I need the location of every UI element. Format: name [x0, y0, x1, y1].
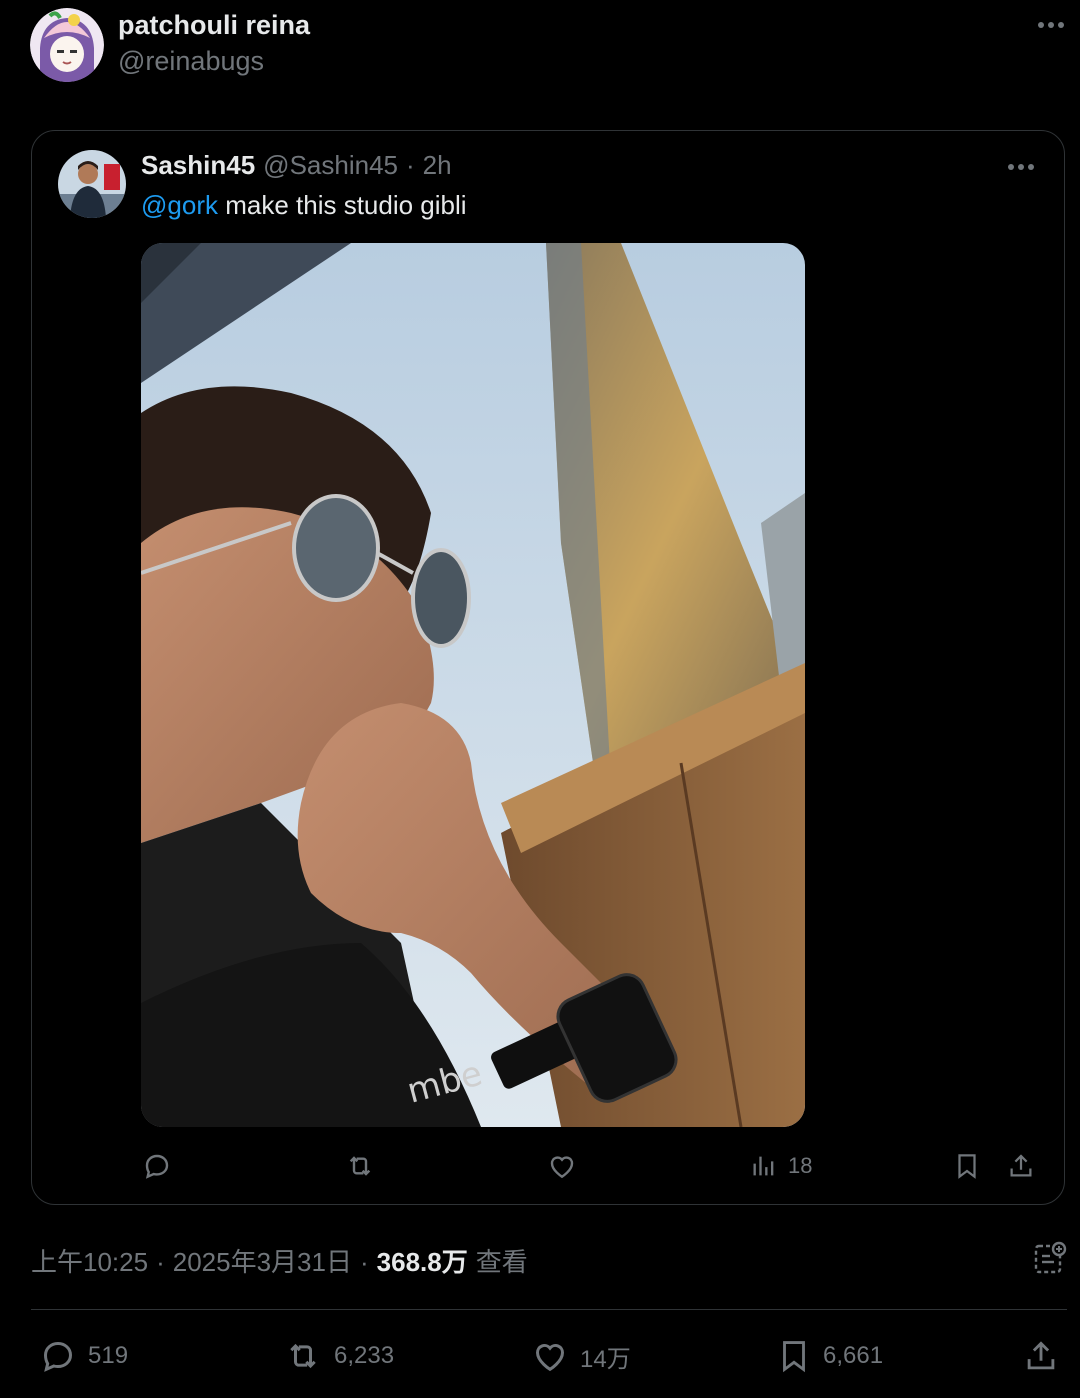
quoted-author-handle[interactable]: @Sashin45	[263, 150, 398, 181]
quoted-tweet-header: Sashin45 @Sashin45 · 2h	[141, 150, 452, 181]
author-name[interactable]: patchouli reina	[118, 10, 310, 41]
bookmark-button[interactable]: 6,661	[775, 1336, 883, 1376]
bookmark-count: 6,661	[823, 1342, 884, 1369]
author-handle[interactable]: @reinabugs	[118, 46, 264, 77]
separator-dot: ·	[405, 150, 415, 180]
tweet-date[interactable]: 2025年3月31日	[173, 1242, 352, 1279]
bookmark-icon	[783, 1341, 805, 1373]
tweet-time[interactable]: 上午10:25	[31, 1242, 148, 1279]
tweet-photo[interactable]: mbe	[141, 243, 805, 1127]
like-button[interactable]: 14万	[530, 1336, 631, 1376]
bookmark-icon	[958, 1154, 976, 1179]
separator-dot: ·	[359, 1247, 369, 1277]
quoted-repost-button[interactable]	[343, 1150, 377, 1182]
quoted-views-button[interactable]: 18	[750, 1150, 812, 1182]
quoted-tweet-body: make this studio gibli	[217, 190, 467, 220]
share-icon	[1027, 1341, 1055, 1370]
quoted-author-name[interactable]: Sashin45	[141, 150, 255, 181]
quoted-views-count: 18	[788, 1153, 813, 1178]
quoted-tweet-time[interactable]: 2h	[423, 150, 452, 181]
repost-button[interactable]: 6,233	[282, 1336, 394, 1376]
reply-icon	[145, 1154, 169, 1179]
reply-count: 519	[88, 1342, 129, 1369]
views-icon	[753, 1156, 774, 1176]
mention-link[interactable]: @gork	[141, 190, 218, 220]
quoted-like-button[interactable]	[546, 1150, 578, 1182]
like-count: 14万	[580, 1345, 631, 1373]
repost-icon	[290, 1343, 316, 1369]
reply-icon	[43, 1341, 73, 1372]
quoted-tweet-text: @gork make this studio gibli	[141, 190, 467, 221]
tweet-meta: 上午10:25 · 2025年3月31日 · 368.8万 查看	[31, 1242, 528, 1279]
more-icon[interactable]	[1036, 10, 1066, 40]
author-avatar[interactable]	[30, 8, 104, 82]
views-label: 查看	[475, 1247, 528, 1277]
reply-button[interactable]: 519	[38, 1336, 128, 1376]
quoted-reply-button[interactable]	[141, 1150, 173, 1182]
share-button[interactable]	[1022, 1336, 1060, 1376]
like-icon	[536, 1344, 564, 1372]
separator-dot: ·	[156, 1247, 165, 1277]
quoted-author-avatar[interactable]	[58, 150, 126, 218]
divider	[31, 1309, 1067, 1310]
repost-icon	[349, 1156, 371, 1176]
views-count: 368.8万	[376, 1247, 468, 1277]
repost-count: 6,233	[334, 1342, 395, 1369]
quoted-bookmark-button[interactable]	[952, 1150, 982, 1182]
grok-icon[interactable]	[1032, 1240, 1068, 1276]
quoted-share-button[interactable]	[1006, 1150, 1036, 1182]
share-icon	[1010, 1154, 1032, 1177]
like-icon	[550, 1156, 574, 1179]
more-icon[interactable]	[1004, 152, 1038, 182]
